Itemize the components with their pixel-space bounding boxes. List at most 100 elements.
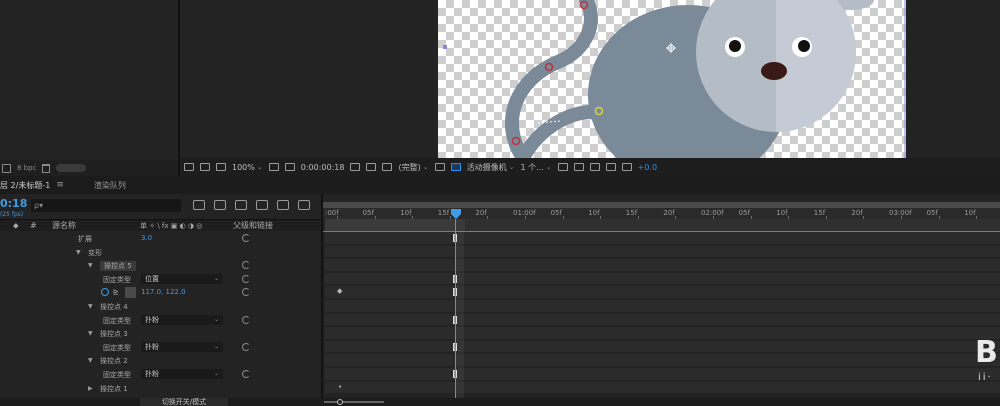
pin-type-dropdown[interactable]: 扑粉 ⌄	[141, 314, 223, 325]
draft-3d-icon[interactable]	[214, 200, 226, 210]
twirl-open-icon[interactable]: ▼	[76, 249, 81, 256]
property-track[interactable]	[325, 245, 1000, 259]
property-track[interactable]	[325, 381, 1000, 395]
chevron-down-icon: ⌄	[213, 370, 219, 377]
vr-icon[interactable]	[216, 163, 226, 171]
frame-blending-icon[interactable]	[256, 200, 268, 210]
property-track[interactable]	[325, 259, 1000, 272]
fast-preview-icon[interactable]	[573, 163, 584, 171]
time-ruler[interactable]: :00f 05f 10f 15f 20f 01:00f 05f 10f 15f 20f 02:00f…	[323, 208, 1000, 219]
keyframe-diamond[interactable]: ◆	[337, 287, 342, 295]
expression-pickwhip-icon[interactable]	[242, 288, 250, 297]
twirl-open-icon[interactable]: ▼	[88, 303, 93, 310]
region-of-interest-icon[interactable]	[434, 163, 445, 171]
exposure-value[interactable]: +0.0	[638, 163, 657, 172]
column-parent[interactable]: 父级和链接	[233, 220, 273, 231]
expression-pickwhip-icon[interactable]	[242, 342, 250, 351]
expression-box[interactable]	[125, 287, 136, 299]
property-row[interactable]: 固定类型 位置 ⌄	[0, 273, 320, 287]
property-track[interactable]	[325, 272, 1000, 286]
property-row[interactable]: 固定类型 扑粉 ⌄	[0, 314, 320, 328]
shy-layers-icon[interactable]	[235, 200, 247, 210]
grid-icon[interactable]	[268, 163, 279, 171]
exposure-reset-icon[interactable]	[621, 163, 632, 171]
position-value[interactable]: 117.0, 122.0	[141, 288, 186, 296]
pin-type-dropdown[interactable]: 扑粉 ⌄	[141, 341, 223, 352]
expression-pickwhip-icon[interactable]	[242, 234, 250, 242]
graph-icon[interactable]: ⊵	[113, 288, 119, 296]
property-row[interactable]: ▼ 操控点 3	[0, 327, 320, 341]
composition-viewer[interactable]	[180, 0, 1000, 158]
tab-composition[interactable]: 层 2/未标题-1 ≡	[0, 180, 70, 191]
toggle-pixel-aspect-icon[interactable]	[557, 163, 568, 171]
property-track[interactable]	[325, 368, 1000, 381]
twirl-open-icon[interactable]: ▼	[88, 357, 93, 364]
color-channel-icon[interactable]	[382, 163, 393, 171]
zoom-dropdown[interactable]: 100% ⌄	[232, 163, 263, 172]
pin-type-dropdown[interactable]: 扑粉 ⌄	[141, 369, 223, 379]
graph-editor-icon[interactable]	[298, 200, 310, 210]
interpret-footage-icon[interactable]	[2, 163, 11, 173]
layer-duration-bar[interactable]	[325, 219, 1000, 231]
views-dropdown[interactable]: 1 个... ⌄	[520, 162, 551, 173]
property-row[interactable]: 扩展 3.0	[0, 232, 320, 246]
current-time-display[interactable]: 0:18	[0, 197, 27, 210]
property-track[interactable]	[325, 286, 1000, 299]
property-row[interactable]: ▶ 操控点 1	[0, 382, 320, 396]
trash-icon[interactable]	[42, 163, 51, 173]
twirl-open-icon[interactable]: ▼	[88, 330, 93, 337]
property-track[interactable]	[325, 232, 1000, 245]
bpc-button[interactable]: 8 bpc	[17, 164, 36, 172]
toggle-switches-modes-button[interactable]: 切换开关/模式	[140, 398, 228, 406]
timecode-display[interactable]: 0:00:00:18	[301, 163, 345, 172]
expression-pickwhip-icon[interactable]	[242, 370, 250, 378]
time-graph[interactable]: :00f 05f 10f 15f 20f 01:00f 05f 10f 15f 20f 02:00f…	[321, 194, 1000, 398]
twirl-closed-icon[interactable]: ▶	[88, 385, 93, 392]
camera-snapshot-icon[interactable]	[350, 163, 361, 171]
property-track[interactable]	[325, 340, 1000, 354]
transparency-grid-toggle[interactable]	[450, 163, 461, 171]
show-snapshot-icon[interactable]	[366, 163, 377, 171]
timeline-zoom-slider[interactable]	[324, 401, 384, 403]
camera-dropdown[interactable]: 活动摄像机 ⌄	[467, 162, 515, 173]
expression-pickwhip-icon[interactable]	[242, 274, 250, 283]
mask-icon[interactable]	[284, 163, 295, 171]
twirl-open-icon[interactable]: ▼	[88, 262, 93, 269]
property-row[interactable]: ▼ 操控点 2	[0, 354, 320, 368]
timeline-icon[interactable]	[589, 163, 600, 171]
flowchart-icon[interactable]	[605, 163, 616, 171]
property-value[interactable]: 3.0	[141, 234, 152, 242]
monitor-icon[interactable]	[200, 163, 210, 171]
label-tag-icon[interactable]: ⬥	[13, 221, 19, 231]
property-row[interactable]: ⊵ 117.0, 122.0	[0, 286, 320, 300]
property-track[interactable]	[325, 354, 1000, 367]
motion-blur-icon[interactable]	[277, 200, 289, 210]
property-track[interactable]	[325, 327, 1000, 340]
property-track[interactable]	[325, 313, 1000, 327]
property-row[interactable]: ▼ 操控点 4	[0, 300, 320, 314]
comp-flowchart-icon[interactable]	[193, 200, 205, 210]
property-row[interactable]: ▼ 操控点 5	[0, 259, 320, 273]
property-row[interactable]: 固定类型 扑粉 ⌄	[0, 341, 320, 355]
pin-type-dropdown[interactable]: 位置 ⌄	[141, 273, 223, 284]
property-row[interactable]: ▼ 变形	[0, 246, 320, 260]
column-switches[interactable]: 单 ✧ \ fx ▣ ◐ ◑ ◎	[140, 221, 202, 231]
layer-search-input[interactable]: ρ▾	[31, 199, 181, 212]
expression-pickwhip-icon[interactable]	[242, 315, 250, 324]
expression-pickwhip-icon[interactable]	[242, 261, 250, 270]
project-scrollbar[interactable]	[56, 164, 87, 172]
stopwatch-icon[interactable]	[101, 288, 109, 297]
timeline-zoom-knob[interactable]	[337, 399, 343, 405]
property-row[interactable]: 固定类型 扑粉 ⌄	[0, 368, 320, 382]
composition-canvas[interactable]	[438, 0, 906, 158]
hamburger-menu-icon[interactable]: ≡	[56, 180, 64, 190]
property-track[interactable]	[325, 300, 1000, 313]
resolution-dropdown[interactable]: (完整) ⌄	[398, 162, 428, 173]
column-number[interactable]: #	[30, 221, 37, 230]
always-preview-icon[interactable]	[184, 163, 194, 171]
keyframe-dot[interactable]: •	[338, 383, 342, 391]
current-time-indicator-line[interactable]	[455, 219, 456, 398]
column-source-name[interactable]: 源名称	[52, 220, 76, 231]
bbox-handle-left[interactable]	[443, 45, 447, 49]
tab-render-queue[interactable]: 渲染队列	[94, 180, 126, 191]
